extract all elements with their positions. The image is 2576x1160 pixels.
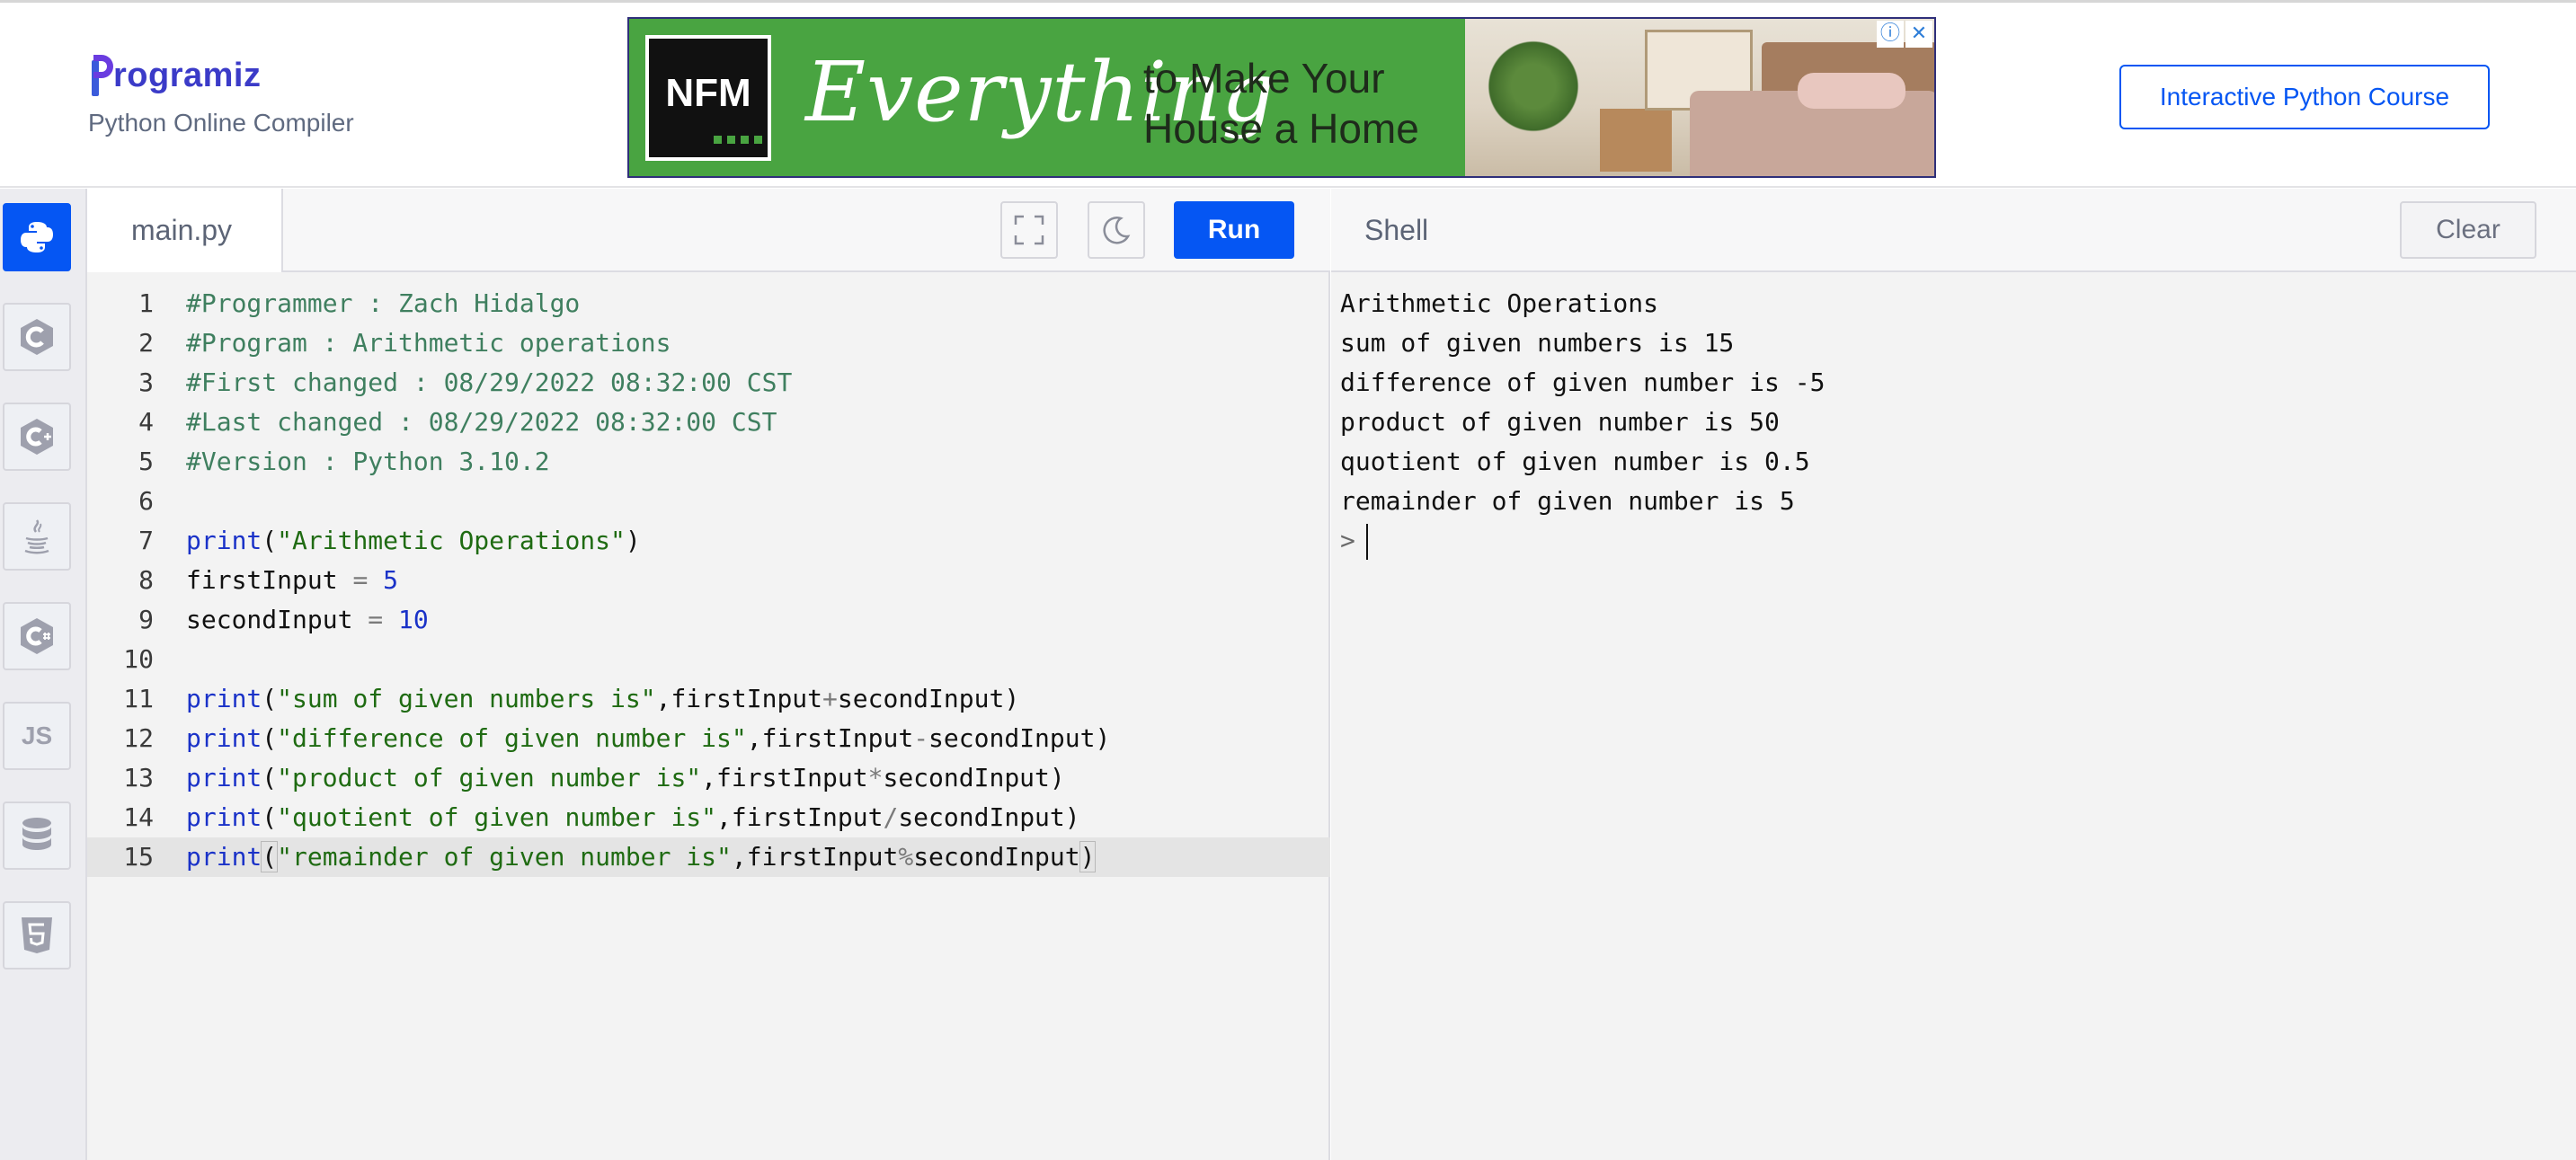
shell-prompt-line[interactable]: > bbox=[1340, 521, 1825, 561]
tab-main-py[interactable]: main.py bbox=[87, 189, 283, 272]
shell-output-line: difference of given number is -5 bbox=[1340, 367, 1825, 397]
line-number: 5 bbox=[138, 447, 154, 476]
shell-output-line: sum of given numbers is 15 bbox=[1340, 328, 1735, 358]
java-icon bbox=[24, 519, 49, 554]
code-line[interactable]: 7 print("Arithmetic Operations") bbox=[87, 521, 1330, 561]
programiz-logo[interactable]: rogramiz bbox=[90, 49, 261, 96]
sidebar-item-csharp[interactable] bbox=[3, 602, 71, 670]
code-area[interactable]: 1 #Programmer : Zach Hidalgo 2 #Program : A… bbox=[87, 284, 1330, 877]
code-line[interactable]: 5 #Version : Python 3.10.2 bbox=[87, 442, 1330, 482]
line-number: 9 bbox=[138, 605, 154, 634]
line-number: 8 bbox=[138, 565, 154, 595]
line-number: 1 bbox=[138, 288, 154, 318]
shell-prompt: > bbox=[1340, 526, 1355, 555]
line-number: 7 bbox=[138, 526, 154, 555]
line-number: 3 bbox=[138, 367, 154, 397]
clear-button[interactable]: Clear bbox=[2400, 201, 2536, 259]
ad-photo bbox=[1465, 19, 1934, 176]
code-line[interactable]: 3 #First changed : 08/29/2022 08:32:00 CS… bbox=[87, 363, 1330, 403]
database-icon bbox=[22, 818, 51, 850]
ad-tagline: to Make Your House a Home bbox=[1143, 55, 1419, 152]
editor-toolbar: main.py Run bbox=[87, 189, 1330, 272]
code-text[interactable]: secondInput = 10 bbox=[186, 600, 429, 640]
shell-output[interactable]: Arithmetic Operations sum of given number… bbox=[1340, 284, 1825, 561]
fullscreen-icon bbox=[1014, 215, 1044, 245]
code-text[interactable]: print("difference of given number is",fi… bbox=[186, 719, 1110, 758]
code-editor-panel: main.py Run 1 #Programmer : Zach Hidalgo 2… bbox=[87, 189, 1330, 1160]
code-text[interactable]: #Program : Arithmetic operations bbox=[186, 323, 671, 363]
line-number: 4 bbox=[138, 407, 154, 437]
c-icon bbox=[21, 319, 53, 355]
code-text[interactable]: print("remainder of given number is",fir… bbox=[186, 837, 1097, 877]
line-number: 15 bbox=[123, 842, 154, 872]
code-text[interactable]: print("quotient of given number is",firs… bbox=[186, 798, 1080, 837]
line-number: 12 bbox=[123, 723, 154, 753]
shell-output-line: product of given number is 50 bbox=[1340, 407, 1780, 437]
code-line[interactable]: 1 #Programmer : Zach Hidalgo bbox=[87, 284, 1330, 323]
sidebar-item-python[interactable] bbox=[3, 203, 71, 271]
code-text[interactable]: #Version : Python 3.10.2 bbox=[186, 442, 550, 482]
cpp-icon bbox=[21, 419, 53, 455]
logo-text: rogramiz bbox=[113, 57, 262, 94]
interactive-python-course-button[interactable]: Interactive Python Course bbox=[2119, 65, 2490, 129]
sidebar-item-html[interactable] bbox=[3, 901, 71, 970]
logo-mark-icon bbox=[90, 55, 113, 96]
shell-toolbar: Shell Clear bbox=[1331, 189, 2576, 272]
shell-panel: Shell Clear Arithmetic Operations sum of … bbox=[1331, 189, 2576, 1160]
code-line[interactable]: 8 firstInput = 5 bbox=[87, 561, 1330, 600]
html5-icon bbox=[22, 917, 52, 953]
code-text[interactable]: #First changed : 08/29/2022 08:32:00 CST bbox=[186, 363, 792, 403]
code-line[interactable]: 6 bbox=[87, 482, 1330, 521]
code-text[interactable]: #Programmer : Zach Hidalgo bbox=[186, 284, 580, 323]
ad-close-icon[interactable]: ✕ bbox=[1905, 21, 1932, 48]
shell-output-line: quotient of given number is 0.5 bbox=[1340, 447, 1810, 476]
python-icon bbox=[21, 222, 53, 252]
language-sidebar: JS bbox=[0, 189, 87, 1160]
dark-mode-toggle[interactable] bbox=[1088, 201, 1145, 259]
code-line[interactable]: 4 #Last changed : 08/29/2022 08:32:00 CST bbox=[87, 403, 1330, 442]
ad-info-icon[interactable]: ⓘ bbox=[1877, 21, 1904, 48]
ad-logo: NFM bbox=[645, 35, 771, 161]
code-line[interactable]: 15 print("remainder of given number is",f… bbox=[87, 837, 1330, 877]
code-line[interactable]: 14 print("quotient of given number is",fi… bbox=[87, 798, 1330, 837]
shell-output-line: remainder of given number is 5 bbox=[1340, 486, 1795, 516]
line-number: 10 bbox=[123, 644, 154, 674]
javascript-icon: JS bbox=[21, 722, 53, 749]
shell-title: Shell bbox=[1364, 214, 1429, 246]
advertisement-banner[interactable]: NFM Everything to Make Your House a Home… bbox=[627, 17, 1936, 178]
code-line[interactable]: 12 print("difference of given number is",… bbox=[87, 719, 1330, 758]
code-text[interactable]: print("sum of given numbers is",firstInp… bbox=[186, 679, 1019, 719]
page-subtitle: Python Online Compiler bbox=[88, 109, 354, 137]
fullscreen-button[interactable] bbox=[1000, 201, 1058, 259]
sidebar-item-cpp[interactable] bbox=[3, 403, 71, 471]
line-number: 2 bbox=[138, 328, 154, 358]
shell-output-line: Arithmetic Operations bbox=[1340, 288, 1659, 318]
run-button[interactable]: Run bbox=[1174, 201, 1294, 259]
sidebar-item-sql[interactable] bbox=[3, 801, 71, 870]
code-line[interactable]: 13 print("product of given number is",fir… bbox=[87, 758, 1330, 798]
sidebar-item-c[interactable] bbox=[3, 303, 71, 371]
code-line[interactable]: 9 secondInput = 10 bbox=[87, 600, 1330, 640]
line-number: 11 bbox=[123, 684, 154, 713]
text-cursor bbox=[1365, 524, 1368, 560]
sidebar-item-java[interactable] bbox=[3, 502, 71, 571]
code-text[interactable]: print("product of given number is",first… bbox=[186, 758, 1065, 798]
moon-icon bbox=[1103, 217, 1131, 244]
line-number: 6 bbox=[138, 486, 154, 516]
csharp-icon bbox=[21, 618, 53, 654]
code-text[interactable]: print("Arithmetic Operations") bbox=[186, 521, 641, 561]
code-line[interactable]: 2 #Program : Arithmetic operations bbox=[87, 323, 1330, 363]
code-text[interactable]: #Last changed : 08/29/2022 08:32:00 CST bbox=[186, 403, 777, 442]
line-number: 14 bbox=[123, 802, 154, 832]
sidebar-item-javascript[interactable]: JS bbox=[3, 702, 71, 770]
code-text[interactable]: firstInput = 5 bbox=[186, 561, 398, 600]
header: rogramiz Python Online Compiler NFM Ever… bbox=[0, 3, 2576, 188]
code-line[interactable]: 10 bbox=[87, 640, 1330, 679]
ad-controls: ⓘ ✕ bbox=[1877, 21, 1932, 48]
line-number: 13 bbox=[123, 763, 154, 793]
code-line[interactable]: 11 print("sum of given numbers is",firstI… bbox=[87, 679, 1330, 719]
